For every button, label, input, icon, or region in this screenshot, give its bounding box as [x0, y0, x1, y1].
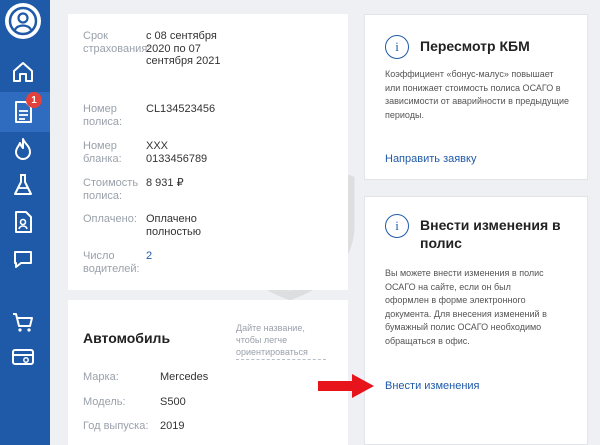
changes-title: Внести изменения в полис [420, 217, 561, 251]
kbm-review-card: i Пересмотр КБМ Коэффициент «бонус-малус… [364, 14, 588, 180]
car-make-label: Марка: [83, 371, 119, 383]
car-panel-content: Автомобиль Дайте название, чтобы легче о… [68, 0, 348, 445]
car-title: Автомобиль [83, 330, 171, 346]
flask-icon [14, 174, 32, 195]
car-model-label: Модель: [83, 396, 126, 408]
flame-icon [15, 138, 31, 160]
document-icon [15, 211, 32, 233]
card-icon [12, 349, 34, 365]
cart-icon [13, 313, 33, 332]
nav-chat[interactable] [10, 246, 36, 272]
submit-request-link[interactable]: Направить заявку [385, 153, 476, 165]
notification-badge: 1 [26, 92, 42, 108]
home-icon [13, 62, 33, 82]
nav-home[interactable] [10, 59, 36, 85]
sidebar: 1 [0, 0, 50, 445]
car-make-value: Mercedes [160, 371, 209, 383]
info-icon: i [385, 35, 409, 59]
red-arrow-icon [318, 374, 374, 398]
kbm-title: Пересмотр КБМ [420, 38, 530, 54]
make-changes-link[interactable]: Внести изменения [385, 380, 480, 392]
nav-documents[interactable] [10, 209, 36, 235]
car-model-value: S500 [160, 396, 186, 408]
info-icon: i [385, 214, 409, 238]
nav-payments[interactable] [10, 344, 36, 370]
nav-fire[interactable] [10, 136, 36, 162]
car-name-hint[interactable]: Дайте название, чтобы легче ориентироват… [236, 322, 326, 360]
car-year-value: 2019 [160, 420, 185, 432]
nav-lab[interactable] [10, 172, 36, 198]
policy-changes-card: i Внести изменения в полис Вы можете вне… [364, 196, 588, 445]
changes-description: Вы можете внести изменения в полис ОСАГО… [385, 268, 547, 346]
car-year-label: Год выпуска: [83, 420, 149, 432]
avatar-icon [8, 6, 38, 36]
kbm-description: Коэффициент «бонус-малус» повышает или п… [385, 69, 569, 120]
chat-icon [14, 251, 32, 268]
avatar[interactable] [5, 3, 41, 39]
nav-shop[interactable] [10, 309, 36, 335]
